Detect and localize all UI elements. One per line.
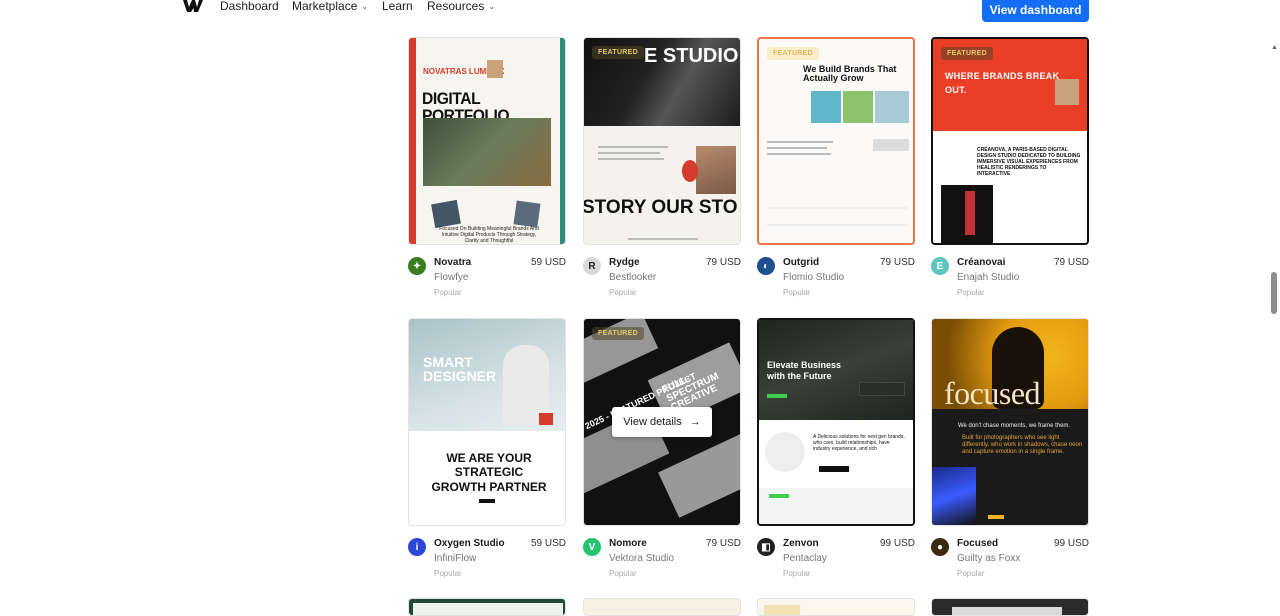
small-button — [819, 466, 849, 472]
collage-image — [431, 199, 461, 229]
gallery-image — [875, 91, 909, 123]
template-thumbnail[interactable]: focused We don't chase moments, we frame… — [931, 318, 1089, 526]
chevron-down-icon: ⌄ — [361, 1, 369, 11]
green-bar — [769, 494, 789, 498]
popular-tag: Popular — [434, 288, 462, 297]
template-thumbnail[interactable]: FEATURED We Build Brands That Actually G… — [757, 37, 915, 245]
nav-marketplace[interactable]: Marketplace ⌄ — [292, 0, 368, 13]
small-button — [479, 499, 495, 503]
featured-badge: FEATURED — [941, 47, 993, 60]
top-navigation: Dashboard Marketplace ⌄ Learn Resources ⌄ … — [0, 0, 1280, 22]
card-price: 79 USD — [705, 538, 741, 549]
card-seller[interactable]: Flomio Studio — [783, 272, 844, 283]
card-title[interactable]: Rydge — [609, 257, 640, 268]
collage-image — [513, 200, 541, 228]
card-title[interactable]: Créanovai — [957, 257, 1005, 268]
featured-badge: FEATURED — [592, 46, 644, 59]
card-seller[interactable]: Enajah Studio — [957, 272, 1019, 283]
creator-avatar: R — [583, 257, 601, 275]
creator-avatar: V — [583, 538, 601, 556]
popular-tag: Popular — [957, 288, 985, 297]
template-thumbnail-partial[interactable] — [931, 598, 1089, 616]
gallery-image — [843, 91, 873, 123]
card-title[interactable]: Nomore — [609, 538, 647, 549]
card-title[interactable]: Novatra — [434, 257, 471, 268]
gallery-image — [811, 91, 841, 123]
portrait-image — [487, 60, 503, 78]
card-title[interactable]: Zenvon — [783, 538, 819, 549]
creator-avatar: ● — [931, 538, 949, 556]
nav-resources[interactable]: Resources ⌄ — [427, 0, 495, 13]
card-price: 99 USD — [879, 538, 915, 549]
card-seller[interactable]: Bestlooker — [609, 272, 656, 283]
thumbnail-header — [952, 607, 1062, 615]
card-seller[interactable]: Flowfye — [434, 272, 468, 283]
creator-avatar: i — [408, 538, 426, 556]
card-price: 59 USD — [530, 257, 566, 268]
popular-tag: Popular — [609, 569, 637, 578]
creator-avatar: ◐ — [757, 257, 775, 275]
card-price: 79 USD — [705, 257, 741, 268]
card-price: 79 USD — [879, 257, 915, 268]
popular-tag: Popular — [434, 569, 462, 578]
creator-avatar: ◧ — [757, 538, 775, 556]
card-price: 59 USD — [530, 538, 566, 549]
featured-badge-partial — [764, 605, 800, 615]
card-seller[interactable]: Guilty as Foxx — [957, 553, 1020, 564]
card-seller[interactable]: Pentaclay — [783, 553, 827, 564]
template-thumbnail[interactable]: SMART DESIGNER WE ARE YOUR STRATEGIC GRO… — [408, 318, 566, 526]
avatar-cluster — [765, 432, 805, 472]
view-dashboard-button[interactable]: View dashboard — [982, 0, 1089, 22]
portrait-image — [1055, 79, 1079, 105]
featured-badge: FEATURED — [767, 47, 819, 60]
template-thumbnail[interactable]: FULL-SPECTRUM CREATIVE 2025 - FEATURED P… — [583, 318, 741, 526]
template-thumbnail[interactable]: FEATURED WHERE BRANDS BREAK OUT. CRÉANOV… — [931, 37, 1089, 245]
yellow-button — [988, 515, 1004, 519]
template-thumbnail-partial[interactable] — [583, 598, 741, 616]
portrait-image — [696, 146, 736, 194]
form-card — [859, 382, 905, 396]
template-thumbnail-partial[interactable] — [757, 598, 915, 616]
green-button — [767, 394, 787, 398]
template-thumbnail[interactable]: NOVATRAS LUMIVEX DIGITAL PORTFOLIO Focus… — [408, 37, 566, 245]
card-title[interactable]: Outgrid — [783, 257, 819, 268]
card-title[interactable]: Oxygen Studio — [434, 538, 505, 549]
creator-avatar: ✦ — [408, 257, 426, 275]
red-shape — [682, 160, 698, 182]
nav-dashboard[interactable]: Dashboard — [220, 0, 279, 13]
popular-tag: Popular — [783, 569, 811, 578]
thumbnail-header — [413, 603, 563, 615]
thumbnail-strip — [873, 139, 909, 151]
hero-photo — [423, 118, 551, 186]
arrow-right-icon: → — [689, 416, 701, 428]
red-phone — [965, 191, 975, 235]
template-thumbnail[interactable]: Elevate Business with the Future A Delic… — [757, 318, 915, 526]
nav-learn[interactable]: Learn — [382, 0, 413, 13]
popular-tag: Popular — [609, 288, 637, 297]
card-seller[interactable]: Vektora Studio — [609, 553, 674, 564]
template-thumbnail[interactable]: E STUDIO FEATURED STORY OUR STO — [583, 37, 741, 245]
card-price: 99 USD — [1053, 538, 1089, 549]
view-details-button[interactable]: View details → — [612, 407, 712, 437]
featured-badge: FEATURED — [592, 327, 644, 340]
chevron-down-icon: ⌄ — [488, 1, 496, 11]
card-title[interactable]: Focused — [957, 538, 998, 549]
scroll-up-arrow-icon[interactable]: ▲ — [1271, 44, 1278, 51]
popular-tag: Popular — [783, 288, 811, 297]
red-accent — [539, 413, 553, 425]
card-price: 79 USD — [1053, 257, 1089, 268]
creator-avatar: E — [931, 257, 949, 275]
card-seller[interactable]: InfiniFlow — [434, 553, 476, 564]
template-thumbnail-partial[interactable] — [408, 598, 566, 616]
popular-tag: Popular — [957, 569, 985, 578]
blue-portrait — [932, 467, 976, 525]
webflow-logo-icon[interactable] — [183, 0, 203, 12]
scrollbar-thumb[interactable] — [1271, 272, 1277, 314]
